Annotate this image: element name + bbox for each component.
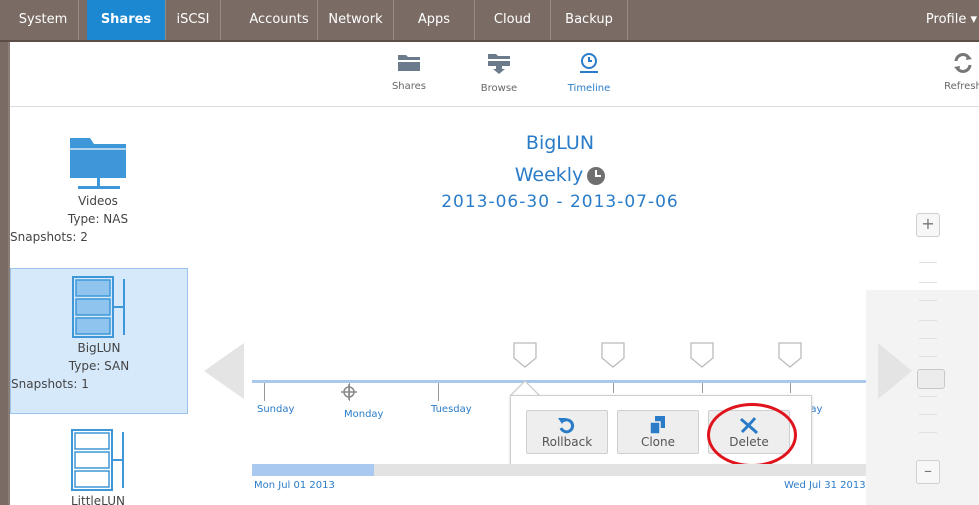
snapshot-marker[interactable] bbox=[601, 342, 625, 368]
window-frame-left bbox=[0, 0, 8, 505]
share-item-videos[interactable]: Videos Type: NAS Snapshots: 2 bbox=[10, 130, 186, 260]
zoom-tick bbox=[919, 300, 937, 301]
zoom-tick bbox=[919, 432, 937, 433]
share-snapshots: Snapshots: 2 bbox=[10, 230, 88, 244]
zoom-tick bbox=[919, 356, 937, 357]
clone-label: Clone bbox=[640, 435, 676, 449]
clone-icon bbox=[649, 416, 665, 435]
timeline-tick bbox=[613, 383, 614, 393]
snapshot-marker[interactable] bbox=[690, 342, 714, 368]
zoom-in-button[interactable]: + bbox=[916, 213, 940, 237]
rollback-label: Rollback bbox=[541, 435, 593, 449]
share-snapshots: Snapshots: 1 bbox=[11, 377, 89, 391]
zoom-tick bbox=[919, 414, 937, 415]
timeline-tick bbox=[702, 383, 703, 393]
clock-icon[interactable] bbox=[587, 166, 606, 185]
snapshot-marker[interactable] bbox=[513, 342, 537, 368]
tab-iscsi[interactable]: iSCSI bbox=[166, 0, 221, 40]
toolbar-shares-label: Shares bbox=[391, 81, 427, 92]
toolbar-shares-button[interactable]: Shares bbox=[374, 52, 444, 92]
rollback-button[interactable]: Rollback bbox=[526, 410, 608, 454]
share-type: Type: NAS bbox=[67, 212, 129, 226]
zoom-slider-handle[interactable] bbox=[917, 369, 945, 389]
browse-icon bbox=[488, 54, 510, 74]
tab-accounts[interactable]: Accounts bbox=[241, 0, 318, 40]
clone-button[interactable]: Clone bbox=[617, 410, 699, 454]
tab-network[interactable]: Network bbox=[318, 0, 394, 40]
sub-toolbar: Shares Browse Timeline Refresh bbox=[10, 42, 979, 107]
toolbar-timeline-button[interactable]: Timeline bbox=[554, 52, 624, 94]
share-item-littlelun[interactable]: LittleLUN bbox=[10, 426, 186, 505]
share-type: Type: SAN bbox=[68, 359, 130, 373]
tab-cloud[interactable]: Cloud bbox=[475, 0, 551, 40]
range-end-date: Wed Jul 31 2013 bbox=[784, 480, 866, 491]
zoom-tick bbox=[919, 262, 937, 263]
zoom-tick bbox=[919, 320, 937, 321]
crosshair-icon bbox=[341, 384, 357, 400]
share-item-biglun[interactable]: BigLUN Type: SAN Snapshots: 1 bbox=[10, 268, 188, 414]
timeline-range-selection[interactable] bbox=[252, 464, 374, 476]
timeline-period[interactable]: Weekly bbox=[480, 164, 640, 186]
timeline-title: BigLUN bbox=[525, 132, 595, 154]
zoom-tick bbox=[919, 396, 937, 397]
tab-apps[interactable]: Apps bbox=[394, 0, 475, 40]
timeline-tick bbox=[438, 383, 439, 401]
refresh-icon bbox=[954, 53, 972, 73]
toolbar-browse-label: Browse bbox=[480, 83, 518, 94]
date-range: 2013-06-30 - 2013-07-06 bbox=[441, 192, 679, 212]
range-start-date: Mon Jul 01 2013 bbox=[254, 480, 335, 491]
profile-menu[interactable]: Profile ▾ bbox=[926, 0, 977, 40]
day-label: Sunday bbox=[257, 404, 295, 415]
day-label: Tuesday bbox=[431, 404, 472, 415]
share-name: BigLUN bbox=[77, 341, 121, 355]
refresh-label: Refresh bbox=[944, 81, 979, 92]
share-name: Videos bbox=[78, 194, 118, 208]
top-nav: System Shares iSCSI Accounts Network App… bbox=[0, 0, 979, 42]
timeline-prev-arrow[interactable] bbox=[204, 343, 244, 399]
zoom-tick bbox=[919, 338, 937, 339]
period-label: Weekly bbox=[514, 164, 584, 186]
delete-highlight-annotation bbox=[707, 403, 797, 467]
timeline-tick bbox=[790, 383, 791, 393]
toolbar-browse-button[interactable]: Browse bbox=[464, 52, 534, 94]
lun-icon bbox=[72, 276, 125, 338]
snapshot-marker[interactable] bbox=[778, 342, 802, 368]
lun-icon bbox=[71, 429, 124, 491]
day-label: Monday bbox=[344, 409, 384, 420]
folder-icon bbox=[398, 55, 420, 71]
rollback-icon bbox=[558, 418, 575, 434]
zoom-out-button[interactable]: – bbox=[916, 460, 940, 484]
share-name: LittleLUN bbox=[71, 494, 125, 505]
clock-icon bbox=[580, 53, 598, 73]
timeline-tick bbox=[264, 383, 265, 401]
tab-backup[interactable]: Backup bbox=[551, 0, 628, 40]
zoom-tick bbox=[919, 282, 937, 283]
refresh-button[interactable]: Refresh bbox=[938, 52, 979, 92]
tab-shares[interactable]: Shares bbox=[87, 0, 166, 40]
toolbar-timeline-label: Timeline bbox=[567, 83, 611, 94]
timeline-next-arrow[interactable] bbox=[878, 343, 912, 399]
tab-system[interactable]: System bbox=[8, 0, 79, 40]
folder-network-icon bbox=[70, 138, 126, 189]
